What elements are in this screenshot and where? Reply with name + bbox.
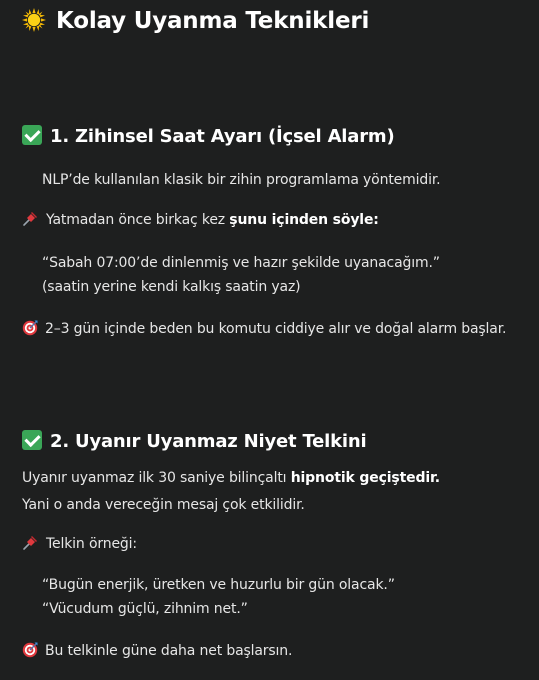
page-title-text: Kolay Uyanma Teknikleri <box>56 8 370 34</box>
section1-result-text: 2–3 gün içinde beden bu komutu ciddiye a… <box>45 321 507 337</box>
section2-quote-line1: “Bugün enerjik, üretken ve huzurlu bir g… <box>42 577 395 593</box>
section2-line1: Uyanır uyanmaz ilk 30 saniye bilinçaltı … <box>22 470 440 486</box>
section2-line1-bold: hipnotik geçiştedir. <box>290 470 440 486</box>
section2-line1-prefix: Uyanır uyanmaz ilk 30 saniye bilinçaltı <box>22 470 291 486</box>
sun-icon <box>22 8 46 32</box>
section1-instruction-prefix: Yatmadan önce birkaç kez <box>46 212 230 228</box>
section2-result: Bu telkinle güne daha net başlarsın. <box>22 642 292 659</box>
section1-quote-line2: (saatin yerine kendi kalkış saatin yaz) <box>42 279 301 295</box>
section1-instruction-bold: şunu içinden söyle: <box>229 212 379 228</box>
section1-intro: NLP’de kullanılan klasik bir zihin progr… <box>42 172 441 188</box>
section2-heading: 2. Uyanır Uyanmaz Niyet Telkini <box>22 430 367 452</box>
section2-example-label-text: Telkin örneği: <box>46 536 137 552</box>
check-mark-icon <box>22 125 42 145</box>
section1-heading: 1. Zihinsel Saat Ayarı (İçsel Alarm) <box>22 125 395 147</box>
check-mark-icon <box>22 430 42 450</box>
section1-quote-line1: “Sabah 07:00’de dinlenmiş ve hazır şekil… <box>42 255 440 271</box>
section2-line2: Yani o anda vereceğin mesaj çok etkilidi… <box>22 497 305 513</box>
section1-result: 2–3 gün içinde beden bu komutu ciddiye a… <box>22 320 506 337</box>
section2-heading-text: 2. Uyanır Uyanmaz Niyet Telkini <box>50 431 367 452</box>
target-icon <box>22 320 38 336</box>
pushpin-icon <box>23 536 37 550</box>
section2-quote-line2: “Vücudum güçlü, zihnim net.” <box>42 601 248 617</box>
section2-example-label: Telkin örneği: <box>22 535 137 552</box>
pushpin-icon <box>23 212 37 226</box>
section2-result-text: Bu telkinle güne daha net başlarsın. <box>45 643 293 659</box>
section1-heading-text: 1. Zihinsel Saat Ayarı (İçsel Alarm) <box>50 126 395 147</box>
section1-instruction: Yatmadan önce birkaç kez şunu içinden sö… <box>22 211 379 228</box>
page-title: Kolay Uyanma Teknikleri <box>22 8 369 34</box>
target-icon <box>22 642 38 658</box>
